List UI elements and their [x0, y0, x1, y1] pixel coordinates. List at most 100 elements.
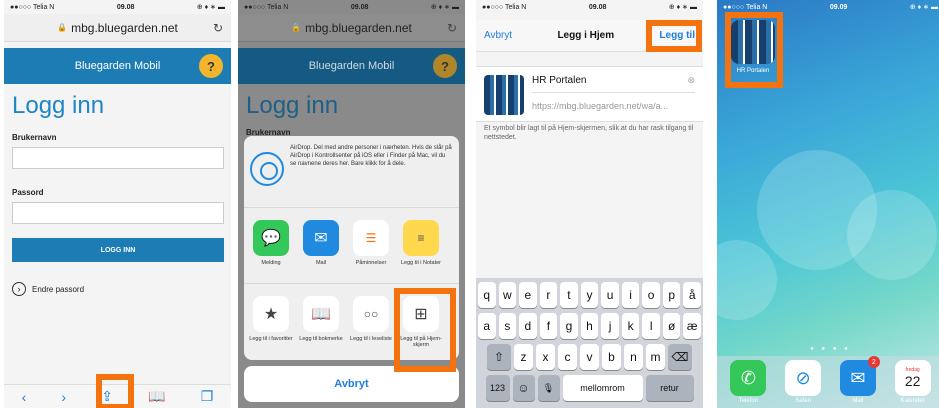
key-h[interactable]: h: [580, 313, 599, 339]
key-t[interactable]: t: [560, 282, 578, 308]
status-bar: ●●○○○ Telia N 09.08 ⊕ ♦ ∗ ▬: [238, 0, 465, 14]
key-v[interactable]: v: [580, 344, 599, 370]
reload-icon[interactable]: ↻: [447, 21, 457, 35]
keyboard: qwertyuiopå asdfghjkløæ ⇧ z x c v b n m ⌫ 123 ☺…: [476, 278, 703, 408]
key-e[interactable]: e: [519, 282, 537, 308]
password-field[interactable]: [12, 202, 224, 224]
key-j[interactable]: j: [601, 313, 619, 339]
login-button[interactable]: LOGG INN: [12, 238, 224, 262]
clock: 09.09: [829, 3, 848, 11]
back-icon[interactable]: ‹: [22, 389, 27, 405]
key-u[interactable]: u: [601, 282, 619, 308]
bookmark-card: HR Portalen ⊗ https://mbg.bluegarden.net…: [476, 66, 703, 122]
key-æ[interactable]: æ: [683, 313, 702, 339]
nav-title: Legg i Hjem: [557, 30, 615, 41]
add-to-home-screen: ●●○○○ Telia N 09.08 ⊕ ♦ ∗ ▬ Avbryt Legg …: [476, 0, 703, 408]
unread-badge: 2: [867, 356, 880, 368]
key-s[interactable]: s: [498, 313, 517, 339]
key-x[interactable]: x: [536, 344, 555, 370]
calendar-date: 22: [904, 373, 921, 389]
airdrop-icon: [250, 152, 284, 186]
mic-key[interactable]: 🎙: [537, 375, 560, 401]
carrier: ●●○○○ Telia N: [723, 3, 768, 11]
key-o[interactable]: o: [642, 282, 660, 308]
action-reading-list[interactable]: ○○ Legg til i leseliste: [348, 290, 394, 354]
key-p[interactable]: p: [662, 282, 681, 308]
dock-app-phone[interactable]: ✆ Telefon: [728, 360, 768, 404]
key-i[interactable]: i: [621, 282, 640, 308]
clock: 09.08: [588, 3, 607, 11]
share-app-label: Legg til i Notater: [400, 260, 442, 266]
new-icon-highlight: [725, 12, 783, 88]
status-icons: ⊕ ♦ ∗ ▬: [909, 4, 938, 11]
key-g[interactable]: g: [560, 313, 578, 339]
cancel-button[interactable]: Avbryt: [484, 30, 512, 41]
status-icons: ⊕ ♦ ∗ ▬: [196, 4, 225, 11]
dock-label: Safari: [795, 398, 811, 404]
space-key[interactable]: mellomrom: [562, 375, 643, 401]
key-d[interactable]: d: [519, 313, 537, 339]
key-m[interactable]: m: [646, 344, 665, 370]
backspace-key[interactable]: ⌫: [668, 344, 692, 370]
key-ø[interactable]: ø: [662, 313, 681, 339]
add-home-highlight: [394, 288, 456, 372]
action-bookmark[interactable]: 📖 Legg til bokmerke: [298, 290, 344, 354]
airdrop-text: AirDrop. Del med andre personer i nærhet…: [290, 145, 452, 168]
change-password-link[interactable]: › Endre passord: [12, 282, 84, 296]
share-app-mail[interactable]: ✉ Mail: [298, 214, 344, 277]
key-l[interactable]: l: [642, 313, 660, 339]
chevron-right-icon: ›: [12, 282, 26, 296]
action-label: Legg til i favoritter: [249, 336, 293, 342]
airdrop-section[interactable]: AirDrop. Del med andre personer i nærhet…: [244, 136, 459, 208]
key-n[interactable]: n: [624, 344, 643, 370]
dock-app-mail[interactable]: ✉ 2 Mail: [838, 356, 880, 404]
tabs-icon[interactable]: ❐: [201, 388, 214, 405]
address-bar[interactable]: 🔒 mbg.bluegarden.net ↻: [238, 14, 465, 42]
wallpaper-bubble: [847, 190, 937, 280]
share-app-notes[interactable]: ≡ Legg til i Notater: [398, 214, 444, 277]
lock-icon: 🔒: [57, 23, 68, 32]
url-text: mbg.bluegarden.net: [305, 20, 412, 35]
reload-icon[interactable]: ↻: [213, 21, 223, 35]
message-icon: 💬: [253, 220, 289, 256]
help-button[interactable]: ?: [433, 54, 457, 78]
username-field[interactable]: [12, 147, 224, 169]
address-bar[interactable]: 🔒 mbg.bluegarden.net ↻: [4, 14, 231, 42]
wallpaper-bubble: [717, 240, 777, 320]
dock-label: Kalender: [900, 398, 925, 404]
dock-app-calendar[interactable]: fredag 22 Kalender: [893, 360, 933, 404]
key-c[interactable]: c: [558, 344, 577, 370]
key-w[interactable]: w: [498, 282, 517, 308]
page-title: Logg inn: [246, 92, 339, 119]
action-label: Legg til i leseliste: [350, 336, 392, 342]
emoji-key[interactable]: ☺: [512, 375, 535, 401]
key-z[interactable]: z: [514, 344, 533, 370]
key-å[interactable]: å: [683, 282, 702, 308]
change-password-label: Endre passord: [32, 284, 85, 294]
key-y[interactable]: y: [580, 282, 599, 308]
dock: ✆ Telefon ⊘ Safari ✉ 2 Mail fredag 22 Ka…: [717, 356, 939, 408]
dock-app-safari[interactable]: ⊘ Safari: [783, 360, 823, 404]
share-app-reminders[interactable]: ☰ Påminnelser: [348, 214, 394, 277]
return-key[interactable]: retur: [645, 375, 694, 401]
numbers-key[interactable]: 123: [485, 375, 510, 401]
forward-icon[interactable]: ›: [61, 389, 66, 405]
key-k[interactable]: k: [621, 313, 640, 339]
key-a[interactable]: a: [478, 313, 496, 339]
key-f[interactable]: f: [539, 313, 558, 339]
mail-icon: ✉: [303, 220, 339, 256]
notes-icon: ≡: [403, 220, 439, 256]
dock-label: Telefon: [738, 398, 759, 404]
action-favorites[interactable]: ★ Legg til i favoritter: [248, 290, 294, 354]
key-b[interactable]: b: [602, 344, 621, 370]
share-app-message[interactable]: 💬 Melding: [248, 214, 294, 277]
share-app-label: Mail: [315, 260, 327, 266]
key-q[interactable]: q: [478, 282, 496, 308]
bookmarks-icon[interactable]: 📖: [148, 388, 165, 405]
help-button[interactable]: ?: [199, 54, 223, 78]
share-app-label: Melding: [261, 260, 281, 266]
key-r[interactable]: r: [539, 282, 558, 308]
shift-key[interactable]: ⇧: [487, 344, 511, 370]
name-field[interactable]: HR Portalen ⊗: [532, 75, 695, 93]
clear-icon[interactable]: ⊗: [687, 75, 695, 86]
